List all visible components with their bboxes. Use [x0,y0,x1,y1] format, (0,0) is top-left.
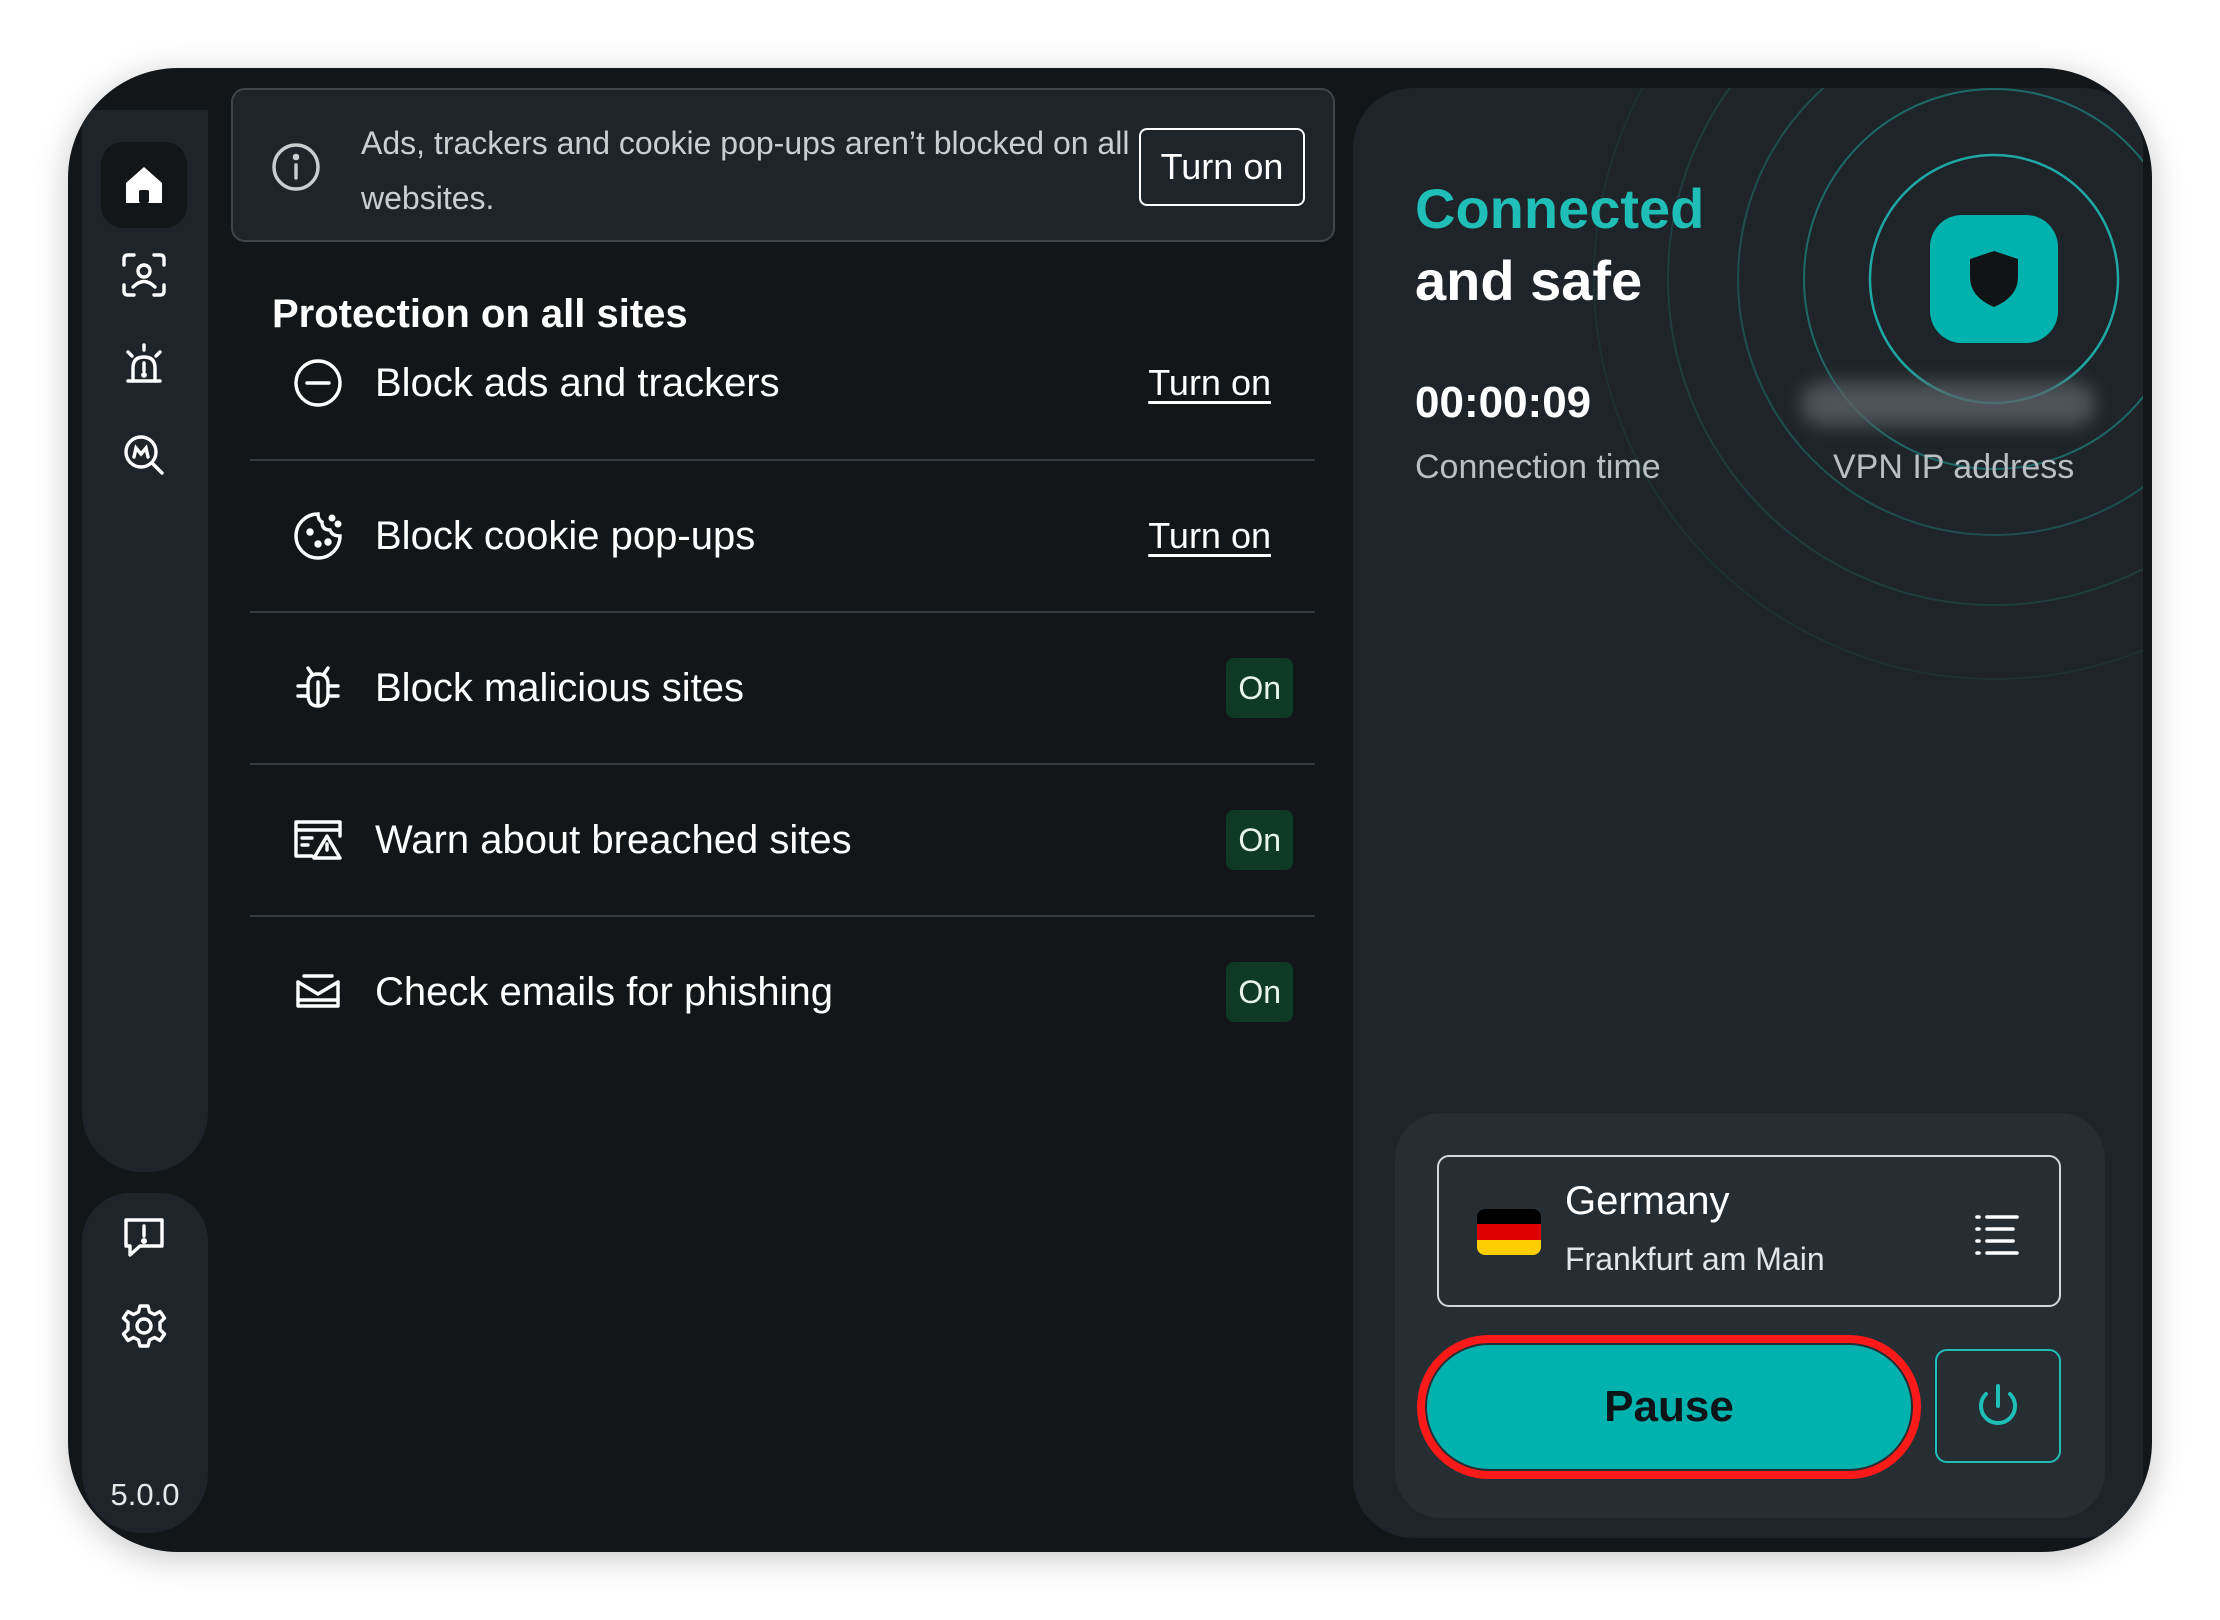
identity-scan-icon [122,253,166,297]
shield-icon [1970,251,2018,307]
location-selector[interactable]: Germany Frankfurt am Main [1437,1155,2061,1307]
feature-row-block-cookies: Block cookie pop-ups Turn on [250,461,1315,611]
nav-feedback[interactable] [101,1193,187,1279]
banner-turn-on-button[interactable]: Turn on [1139,128,1305,206]
vpn-shield-button[interactable] [1930,215,2058,343]
home-icon [126,167,162,203]
feature-label: Block ads and trackers [375,361,780,405]
email-check-icon [296,974,340,1008]
nav-settings[interactable] [101,1283,187,1369]
germany-flag-icon [1477,1209,1541,1255]
connection-time-label: Connection time [1415,448,1661,486]
disconnect-button[interactable] [1935,1349,2061,1463]
status-connected: Connected [1415,177,1705,240]
nav-home[interactable] [101,142,187,228]
feature-row-block-ads: Block ads and trackers Turn on [250,308,1315,458]
status-badge: On [1226,658,1293,718]
banner-message: Ads, trackers and cookie pop-ups aren’t … [361,125,1130,216]
vpn-panel: Connected and safe 00:00:09 Connection t… [1353,88,2143,1538]
turn-on-cookies-link[interactable]: Turn on [1148,461,1271,611]
block-minus-icon [294,359,342,407]
app-version: 5.0.0 [110,1477,180,1512]
location-city: Frankfurt am Main [1565,1241,1825,1277]
location-list-icon[interactable] [1969,1205,2025,1261]
feature-row-phishing: Check emails for phishing On [250,917,1315,1067]
turn-on-ads-link[interactable]: Turn on [1148,308,1271,458]
feature-label: Block malicious sites [375,666,745,710]
settings-gear-icon [121,1304,167,1348]
connection-timer: 00:00:09 [1415,378,1592,427]
location-card: Germany Frankfurt am Main Pause [1395,1113,2105,1518]
location-country: Germany [1565,1179,1730,1223]
feature-label: Warn about breached sites [375,818,852,862]
nav-identity[interactable] [101,232,187,318]
vpn-ip-value-blurred [1801,382,2095,426]
pause-button[interactable]: Pause [1427,1345,1911,1469]
feature-label: Block cookie pop-ups [375,514,756,558]
feature-row-breached-sites: Warn about breached sites On [250,765,1315,915]
tracker-search-icon [124,435,164,475]
app-window: 5.0.0 Ads, trackers and cookie pop-ups a… [68,68,2152,1552]
nav-tracker-search[interactable] [101,412,187,498]
sidebar-bottom: 5.0.0 [82,1193,208,1533]
info-icon [272,143,320,191]
power-icon [1979,1384,2017,1426]
status-badge: On [1226,810,1293,870]
vpn-ip-label: VPN IP address [1833,448,2075,486]
nav-alerts[interactable] [101,322,187,408]
status-safe: and safe [1415,249,1643,312]
cookie-icon [294,512,342,560]
sidebar-nav [82,110,208,1172]
breach-warning-icon [294,820,342,860]
status-badge: On [1226,962,1293,1022]
feature-label: Check emails for phishing [375,970,833,1014]
alarm-alert-icon [126,343,162,383]
bug-icon [296,666,340,708]
feedback-icon [124,1218,164,1257]
feature-row-block-malicious: Block malicious sites On [250,613,1315,763]
protection-banner: Ads, trackers and cookie pop-ups aren’t … [231,88,1335,242]
